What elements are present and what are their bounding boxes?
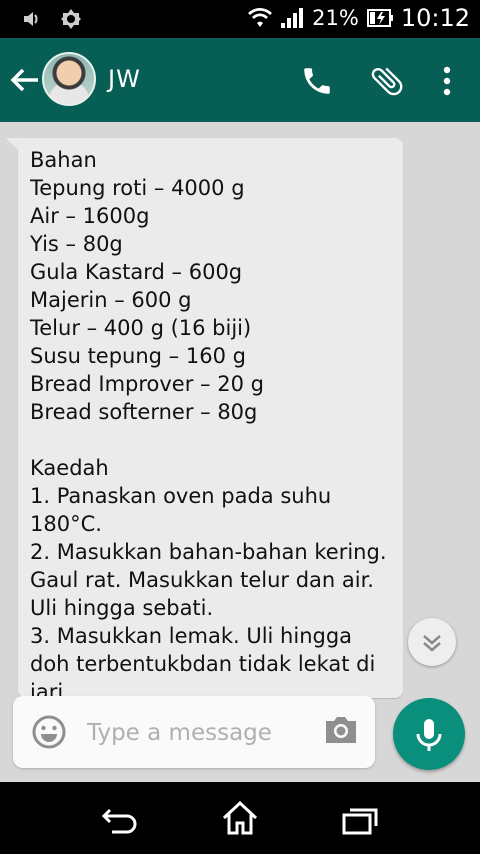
message-bubble[interactable]: Bahan Tepung roti – 4000 g Air – 1600g Y… [18, 138, 403, 698]
paperclip-icon [371, 67, 403, 96]
voice-record-button[interactable] [393, 698, 465, 770]
clock: 10:12 [400, 4, 470, 32]
call-button[interactable] [300, 64, 334, 98]
message-composer [13, 696, 375, 768]
nav-back-button[interactable] [100, 806, 140, 836]
message-text: Bahan Tepung roti – 4000 g Air – 1600g Y… [30, 148, 387, 698]
recent-apps-icon [342, 808, 378, 835]
nav-recent-apps-button[interactable] [340, 806, 380, 836]
attach-button[interactable] [368, 62, 406, 100]
more-vert-icon [443, 66, 451, 96]
phone-icon [304, 68, 330, 94]
chat-area[interactable]: Bahan Tepung roti – 4000 g Air – 1600g Y… [0, 122, 480, 782]
brightness-icon [60, 8, 82, 30]
more-options-button[interactable] [436, 64, 458, 98]
home-icon [222, 800, 258, 835]
status-bar: 21% 10:12 [0, 0, 480, 38]
scroll-to-bottom-button[interactable] [408, 618, 456, 666]
chat-header: JW [0, 38, 480, 122]
wifi-icon [248, 7, 273, 29]
contact-name[interactable]: JW [108, 65, 141, 93]
navigation-bar [0, 782, 480, 854]
volume-icon [22, 9, 42, 29]
emoji-icon [32, 715, 66, 749]
message-input[interactable] [85, 714, 309, 752]
battery-percent: 21% [312, 6, 359, 30]
mic-icon [416, 719, 442, 751]
back-arrow-icon [10, 68, 38, 92]
nav-home-button[interactable] [220, 800, 260, 836]
signal-icon [280, 7, 304, 29]
emoji-button[interactable] [31, 714, 67, 750]
avatar[interactable] [42, 52, 96, 106]
camera-icon [326, 717, 356, 743]
camera-button[interactable] [323, 714, 359, 746]
chevron-double-down-icon [423, 635, 441, 652]
back-button[interactable] [8, 64, 42, 96]
back-icon [101, 808, 137, 834]
battery-icon [366, 8, 393, 28]
